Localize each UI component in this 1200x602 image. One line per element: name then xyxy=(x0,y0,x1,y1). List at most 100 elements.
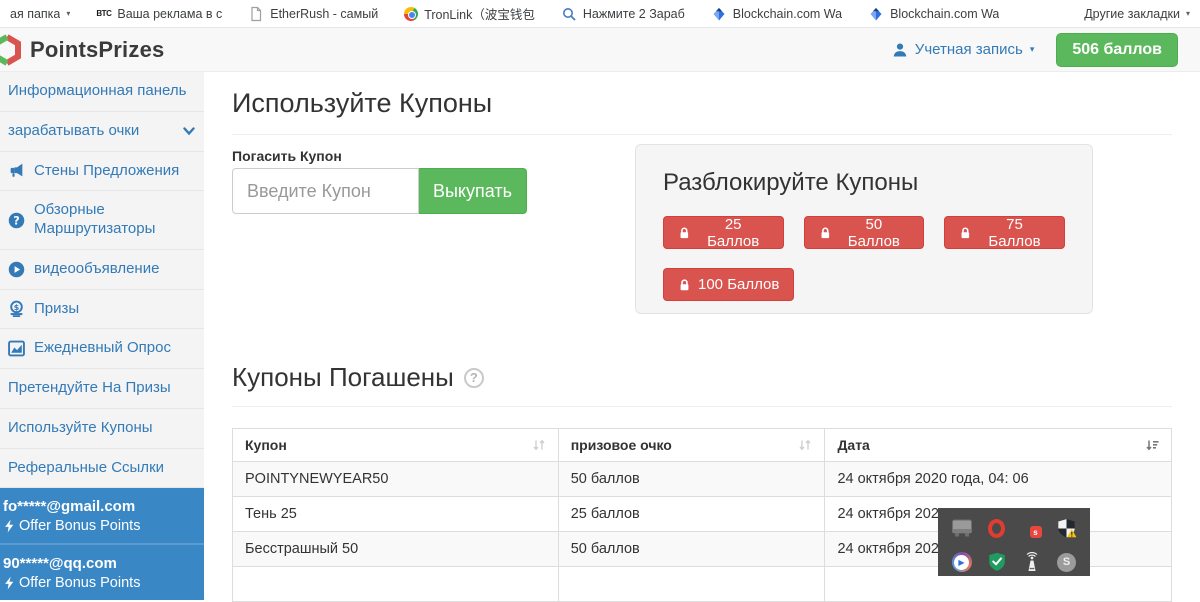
bookmark-folder[interactable]: ая папка ▾ xyxy=(10,7,70,21)
sidebar-item-video-ads[interactable]: видеообъявление xyxy=(0,250,204,290)
brand-logo[interactable]: PointsPrizes xyxy=(0,33,164,67)
question-circle-icon: ? xyxy=(8,212,25,229)
sidebar-item-survey-routers[interactable]: ? Обзорные Маршрутизаторы xyxy=(0,191,204,250)
bonus-account-qq[interactable]: 90*****@qq.com Offer Bonus Points xyxy=(0,543,204,600)
points-cell xyxy=(558,567,825,602)
unlock-25-points-button[interactable]: 25 Баллов xyxy=(663,216,784,249)
column-header-date[interactable]: Дата xyxy=(825,429,1172,462)
unlock-50-points-button[interactable]: 50 Баллов xyxy=(804,216,925,249)
table-row: POINTYNEWYEAR50 50 баллов 24 октября 202… xyxy=(233,462,1172,497)
unlock-coupons-title: Разблокируйте Купоны xyxy=(663,169,1065,197)
redeemed-coupons-title: Купоны Погашены xyxy=(232,362,454,393)
sidebar-item-dashboard[interactable]: Информационная панель xyxy=(0,72,204,112)
unlock-100-points-button[interactable]: 100 Баллов xyxy=(663,268,794,301)
coupon-input[interactable] xyxy=(232,168,419,214)
sort-both-icon xyxy=(798,438,812,452)
unlock-button-label: 75 Баллов xyxy=(979,216,1050,250)
pointsprizes-hexagon-icon xyxy=(0,33,24,67)
monitor-icon[interactable] xyxy=(950,516,974,540)
sidebar-item-label: Используйте Купоны xyxy=(8,419,153,438)
megaphone-icon xyxy=(8,162,25,179)
blockchain-diamond-icon xyxy=(711,6,727,22)
points-cell: 50 баллов xyxy=(558,462,825,497)
coupon-cell: POINTYNEWYEAR50 xyxy=(233,462,559,497)
antenna-icon[interactable] xyxy=(1020,550,1044,574)
divider xyxy=(232,134,1172,135)
column-header-coupon[interactable]: Купон xyxy=(233,429,559,462)
lock-icon xyxy=(678,278,691,292)
lock-icon xyxy=(819,226,832,240)
help-icon[interactable]: ? xyxy=(464,368,484,388)
bonus-account-gmail[interactable]: fo*****@gmail.com Offer Bonus Points xyxy=(0,488,204,543)
date-cell: 24 октября 2020 года, 04: 06 xyxy=(825,462,1172,497)
bookmark-label: TronLink（波宝钱包 xyxy=(424,4,535,23)
sidebar-item-earn-points[interactable]: зарабатывать очки xyxy=(0,112,204,152)
other-bookmarks-label: Другие закладки xyxy=(1084,7,1180,21)
opera-icon[interactable] xyxy=(985,516,1009,540)
sidebar-nav: Информационная панель зарабатывать очки … xyxy=(0,72,204,576)
bookmark-item[interactable]: TronLink（波宝钱包 xyxy=(404,4,535,23)
redeem-coupon-form: Выкупать xyxy=(232,168,527,214)
sidebar-item-label: Информационная панель xyxy=(8,82,186,101)
divider xyxy=(232,406,1172,407)
table-header-row: Купон призовое очко xyxy=(233,429,1172,462)
skype-inactive-icon[interactable]: S xyxy=(1055,550,1079,574)
sidebar-item-referral-links[interactable]: Реферальные Ссылки xyxy=(0,449,204,489)
antivirus-shield-icon[interactable] xyxy=(985,550,1009,574)
unlock-button-label: 100 Баллов xyxy=(698,276,779,293)
s-app-icon[interactable]: s xyxy=(1020,516,1044,540)
points-cell: 50 баллов xyxy=(558,532,825,567)
lock-icon xyxy=(678,226,691,240)
bookmarks-bar: ая папка ▾ BTC Ваша реклама в с EtherRus… xyxy=(0,0,1200,28)
account-label: Учетная запись xyxy=(915,41,1023,58)
sidebar-item-label: Ежедневный Опрос xyxy=(34,339,171,358)
bookmark-item[interactable]: EtherRush - самый xyxy=(248,6,378,22)
person-icon xyxy=(892,42,908,58)
other-bookmarks-button[interactable]: Другие закладки ▾ xyxy=(1084,7,1190,21)
bookmark-label: Blockchain.com Wa xyxy=(890,7,999,21)
bookmark-label: Ваша реклама в с xyxy=(117,7,222,21)
defender-warning-icon[interactable] xyxy=(1055,516,1079,540)
chrome-icon xyxy=(404,7,418,21)
sidebar-item-prizes[interactable]: $ Призы xyxy=(0,290,204,330)
points-balance-badge[interactable]: 506 баллов xyxy=(1056,33,1178,67)
play-circle-icon xyxy=(8,261,25,278)
sort-both-icon xyxy=(532,438,546,452)
sidebar-item-offer-walls[interactable]: Стены Предложения xyxy=(0,152,204,192)
column-header-points[interactable]: призовое очко xyxy=(558,429,825,462)
media-player-icon[interactable]: ▶ xyxy=(950,550,974,574)
chevron-down-icon: ▾ xyxy=(1186,9,1190,18)
bookmark-item[interactable]: Blockchain.com Wa xyxy=(868,6,999,22)
chevron-down-icon: ▾ xyxy=(66,9,70,18)
column-label: Купон xyxy=(245,437,287,453)
btc-icon: BTC xyxy=(96,9,111,18)
bookmark-item[interactable]: Blockchain.com Wa xyxy=(711,6,842,22)
svg-text:?: ? xyxy=(13,214,19,227)
system-tray-popup: s ▶ S xyxy=(938,508,1090,576)
main-content: Используйте Купоны Погасить Купон Выкупа… xyxy=(232,72,1200,576)
bookmark-label: EtherRush - самый xyxy=(270,7,378,21)
account-menu[interactable]: Учетная запись ▾ xyxy=(892,41,1035,58)
page-title: Используйте Купоны xyxy=(232,88,492,119)
sidebar-item-claim-prizes[interactable]: Претендуйте На Призы xyxy=(0,369,204,409)
chevron-down-icon: ▾ xyxy=(1030,44,1035,55)
svg-text:$: $ xyxy=(14,304,20,313)
account-email: fo*****@gmail.com xyxy=(3,498,201,515)
sort-desc-icon xyxy=(1145,438,1159,452)
sidebar-item-label: Призы xyxy=(34,300,79,319)
sidebar-item-use-coupons[interactable]: Используйте Купоны xyxy=(0,409,204,449)
sidebar-item-daily-poll[interactable]: Ежедневный Опрос xyxy=(0,329,204,369)
coupon-cell xyxy=(233,567,559,602)
bookmark-label: Blockchain.com Wa xyxy=(733,7,842,21)
site-header: PointsPrizes Учетная запись ▾ 506 баллов xyxy=(0,28,1200,72)
redeem-button[interactable]: Выкупать xyxy=(419,168,527,214)
bookmark-item[interactable]: Нажмите 2 Зараб xyxy=(561,6,685,22)
page-icon xyxy=(248,6,264,22)
blockchain-diamond-icon xyxy=(868,6,884,22)
coupon-cell: Бесстрашный 50 xyxy=(233,532,559,567)
bookmark-item[interactable]: BTC Ваша реклама в с xyxy=(96,7,222,21)
column-label: призовое очко xyxy=(571,437,672,453)
unlock-75-points-button[interactable]: 75 Баллов xyxy=(944,216,1065,249)
coupon-cell: Тень 25 xyxy=(233,497,559,532)
magnifier-icon xyxy=(561,6,577,22)
